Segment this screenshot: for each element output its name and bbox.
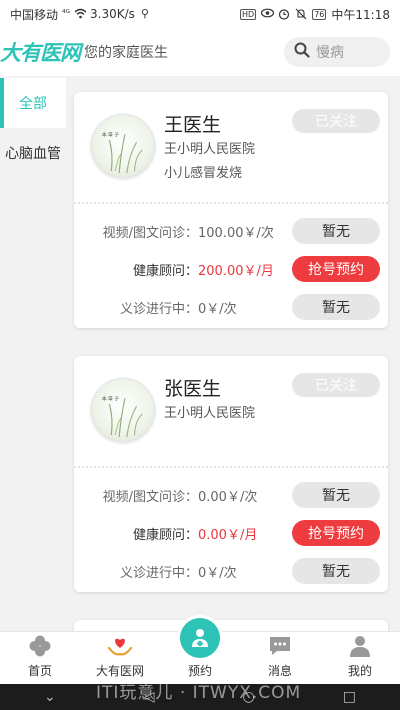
service-label: 健康顾问： — [132, 528, 198, 543]
unavailable-button[interactable]: 暂无 — [292, 218, 380, 244]
service-label: 义诊进行中： — [119, 302, 198, 317]
watermark: ITI玩意儿 · ITWYX.COM — [96, 683, 302, 703]
usb-icon: ⚲ — [140, 7, 149, 20]
follow-button[interactable]: 已关注 — [292, 109, 380, 133]
doctor-avatar: 本·草·子 — [91, 114, 155, 178]
recents-icon[interactable]: □ — [343, 689, 356, 705]
eye-icon — [261, 8, 275, 20]
doctor-name: 王医生 — [164, 114, 222, 136]
doctor-specialty: 小儿感冒发烧 — [164, 166, 243, 181]
sidebar-item-label: 全部 — [19, 96, 47, 112]
heart-hands-icon — [107, 633, 133, 659]
tab-home[interactable]: 首页 — [0, 632, 80, 684]
doctor-list: 本·草·子 王医生 王小明人民医院 小儿感冒发烧 已关注 视频/图文问诊： 10… — [66, 76, 400, 631]
tab-label: 预约 — [187, 664, 212, 678]
follow-button[interactable]: 已关注 — [292, 373, 380, 397]
doctor-avatar: 本·草·子 — [91, 378, 155, 442]
service-label: 健康顾问： — [132, 264, 198, 279]
tab-label: 消息 — [267, 664, 292, 678]
battery-icon: 76 — [312, 8, 327, 20]
service-row-free-clinic: 义诊进行中： 0￥/次 暂无 — [74, 288, 388, 326]
sidebar-item-all[interactable]: 全部 — [0, 78, 66, 128]
chat-icon — [267, 633, 293, 659]
service-price: 200.00￥/月 — [198, 264, 274, 279]
bottom-tab-bar: 首页 大有医网 预约 消息 我的 — [0, 618, 400, 684]
sidebar-item-cardio[interactable]: 心脑血管 — [0, 128, 66, 178]
signal-icon: ⁴ᴳ — [62, 9, 71, 19]
service-price: 0￥/次 — [198, 566, 237, 581]
service-price: 0.00￥/次 — [198, 490, 258, 505]
doctor-name: 张医生 — [164, 378, 222, 400]
doctor-card[interactable]: 本·草·子 张医生 王小明人民医院 已关注 视频/图文问诊： 0.00￥/次 暂… — [74, 356, 388, 592]
service-row-free-clinic: 义诊进行中： 0￥/次 暂无 — [74, 552, 388, 590]
tab-profile[interactable]: 我的 — [320, 632, 400, 684]
sidebar-item-label: 心脑血管 — [5, 146, 61, 162]
alarm-icon — [278, 8, 290, 20]
book-button[interactable]: 抢号预约 — [292, 256, 380, 282]
service-row-advisor: 健康顾问： 200.00￥/月 抢号预约 — [74, 250, 388, 288]
tab-label: 大有医网 — [95, 664, 144, 678]
book-button[interactable]: 抢号预约 — [292, 520, 380, 546]
app-header: 大有医网 您的家庭医生 慢病 — [0, 28, 400, 76]
search-icon — [294, 42, 310, 62]
search-box[interactable]: 慢病 — [284, 37, 390, 67]
service-label: 视频/图文问诊： — [102, 490, 198, 505]
search-placeholder: 慢病 — [316, 45, 344, 61]
app-logo: 大有医网 — [0, 41, 81, 65]
doctor-icon — [180, 618, 220, 658]
clover-icon — [27, 633, 53, 659]
service-price: 0￥/次 — [198, 302, 237, 317]
tab-messages[interactable]: 消息 — [240, 632, 320, 684]
app-slogan: 您的家庭医生 — [84, 45, 168, 61]
service-row-consult: 视频/图文问诊： 100.00￥/次 暂无 — [74, 212, 388, 250]
tab-dayou[interactable]: 大有医网 — [80, 632, 160, 684]
service-row-advisor: 健康顾问： 0.00￥/月 抢号预约 — [74, 514, 388, 552]
carrier-label: 中国移动 — [10, 7, 59, 22]
network-speed: 3.30K/s — [90, 7, 135, 21]
doctor-hospital: 王小明人民医院 — [164, 406, 256, 421]
doctor-card[interactable] — [74, 620, 388, 631]
tab-label: 我的 — [347, 664, 372, 678]
service-price: 100.00￥/次 — [198, 226, 274, 241]
service-label: 视频/图文问诊： — [102, 226, 198, 241]
service-price: 0.00￥/月 — [198, 528, 258, 543]
user-icon — [347, 633, 373, 659]
svg-text:本·草·子: 本·草·子 — [102, 395, 120, 402]
tab-label: 首页 — [27, 664, 52, 678]
status-bar: 中国移动 ⁴ᴳ 3.30K/s ⚲ HD 76 中午11:18 — [0, 0, 400, 28]
wifi-icon — [74, 8, 87, 20]
tab-appointment[interactable]: 预约 — [160, 618, 240, 684]
unavailable-button[interactable]: 暂无 — [292, 294, 380, 320]
service-row-consult: 视频/图文问诊： 0.00￥/次 暂无 — [74, 476, 388, 514]
svg-text:本·草·子: 本·草·子 — [102, 131, 120, 138]
service-label: 义诊进行中： — [119, 566, 198, 581]
collapse-icon[interactable]: ⌄ — [44, 689, 56, 705]
mute-icon — [295, 8, 307, 20]
category-sidebar: 全部 心脑血管 — [0, 76, 66, 631]
clock: 中午11:18 — [331, 7, 390, 22]
unavailable-button[interactable]: 暂无 — [292, 482, 380, 508]
hd-badge: HD — [240, 8, 257, 20]
doctor-card[interactable]: 本·草·子 王医生 王小明人民医院 小儿感冒发烧 已关注 视频/图文问诊： 10… — [74, 92, 388, 328]
unavailable-button[interactable]: 暂无 — [292, 558, 380, 584]
doctor-hospital: 王小明人民医院 — [164, 142, 256, 157]
